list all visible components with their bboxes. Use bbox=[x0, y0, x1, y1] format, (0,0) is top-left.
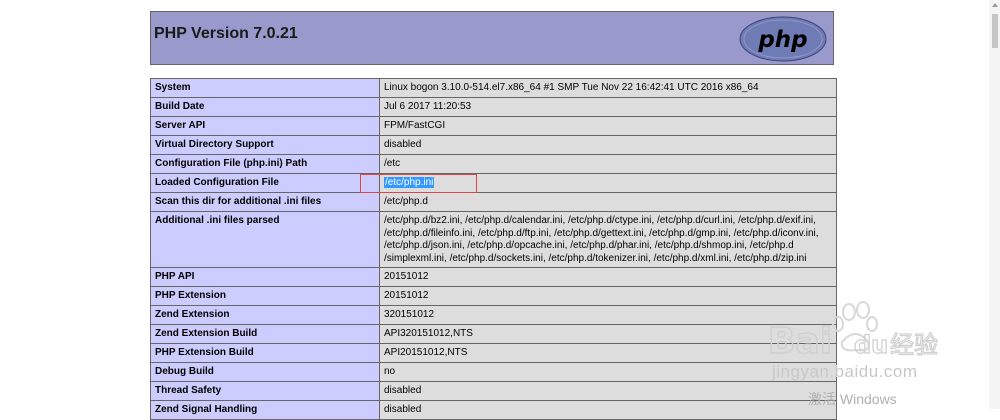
phpinfo-header: PHP Version 7.0.21 php bbox=[150, 11, 834, 65]
row-label: Thread Safety bbox=[150, 381, 380, 401]
table-row: Zend Extension Build API320151012,NTS bbox=[150, 324, 837, 344]
table-row: Scan this dir for additional .ini files /… bbox=[150, 192, 837, 212]
table-row: System Linux bogon 3.10.0-514.el7.x86_64 … bbox=[150, 78, 837, 98]
row-value: disabled bbox=[379, 400, 837, 420]
row-label: Zend Signal Handling bbox=[150, 400, 380, 420]
baidu-paw-watermark-icon: Bai du 经验 bbox=[768, 301, 939, 363]
row-label: Additional .ini files parsed bbox=[150, 211, 380, 268]
row-label: Configuration File (php.ini) Path bbox=[150, 154, 380, 174]
table-row: PHP Extension Build API20151012,NTS bbox=[150, 343, 837, 363]
table-row: Virtual Directory Support disabled bbox=[150, 135, 837, 155]
row-label: Server API bbox=[150, 116, 380, 136]
scrollbar-thumb[interactable] bbox=[992, 14, 998, 48]
vertical-scrollbar[interactable] bbox=[989, 0, 1000, 409]
highlight-box bbox=[360, 174, 477, 193]
page-title: PHP Version 7.0.21 bbox=[154, 25, 298, 42]
table-row: Loaded Configuration File/etc/php.ini bbox=[150, 173, 837, 193]
table-row: Debug Build no bbox=[150, 362, 837, 382]
table-row: Server API FPM/FastCGI bbox=[150, 116, 837, 136]
row-label: Build Date bbox=[150, 97, 380, 117]
row-label: Zend Extension Build bbox=[150, 324, 380, 344]
row-label: System bbox=[150, 78, 380, 98]
row-value: 20151012 bbox=[379, 267, 837, 287]
row-label: PHP Extension Build bbox=[150, 343, 380, 363]
svg-text:经验: 经验 bbox=[890, 331, 938, 359]
row-label: Debug Build bbox=[150, 362, 380, 382]
scroll-up-icon[interactable] bbox=[992, 3, 998, 7]
row-value: disabled bbox=[379, 135, 837, 155]
row-label: PHP API bbox=[150, 267, 380, 287]
row-value: /etc bbox=[379, 154, 837, 174]
row-value: Linux bogon 3.10.0-514.el7.x86_64 #1 SMP… bbox=[379, 78, 837, 98]
table-row: PHP API 20151012 bbox=[150, 267, 837, 287]
table-row: Thread Safety disabled bbox=[150, 381, 837, 401]
row-value: FPM/FastCGI bbox=[379, 116, 837, 136]
svg-text:Bai: Bai bbox=[768, 321, 832, 362]
row-label: Zend Extension bbox=[150, 305, 380, 325]
row-label: Scan this dir for additional .ini files bbox=[150, 192, 380, 212]
phpinfo-table: System Linux bogon 3.10.0-514.el7.x86_64 … bbox=[150, 78, 837, 420]
table-row: Zend Signal Handling disabled bbox=[150, 400, 837, 420]
row-label: Virtual Directory Support bbox=[150, 135, 380, 155]
row-value: /etc/php.d bbox=[379, 192, 837, 212]
table-row: Zend Extension 320151012 bbox=[150, 305, 837, 325]
svg-text:du: du bbox=[854, 331, 888, 359]
windows-activation-text: 激活 Windows bbox=[808, 391, 897, 407]
php-logo: php bbox=[739, 16, 827, 62]
table-row: Build Date Jul 6 2017 11:20:53 bbox=[150, 97, 837, 117]
table-row: PHP Extension 20151012 bbox=[150, 286, 837, 306]
row-value: /etc/php.d/bz2.ini, /etc/php.d/calendar.… bbox=[379, 211, 837, 268]
row-label: Loaded Configuration File bbox=[150, 173, 380, 193]
table-row: Configuration File (php.ini) Path/etc bbox=[150, 154, 837, 174]
table-row: Additional .ini files parsed/etc/php.d/b… bbox=[150, 211, 837, 268]
row-label: PHP Extension bbox=[150, 286, 380, 306]
svg-text:php: php bbox=[757, 27, 807, 53]
row-value: Jul 6 2017 11:20:53 bbox=[379, 97, 837, 117]
watermark-url: jingyan.baidu.com bbox=[772, 362, 918, 381]
